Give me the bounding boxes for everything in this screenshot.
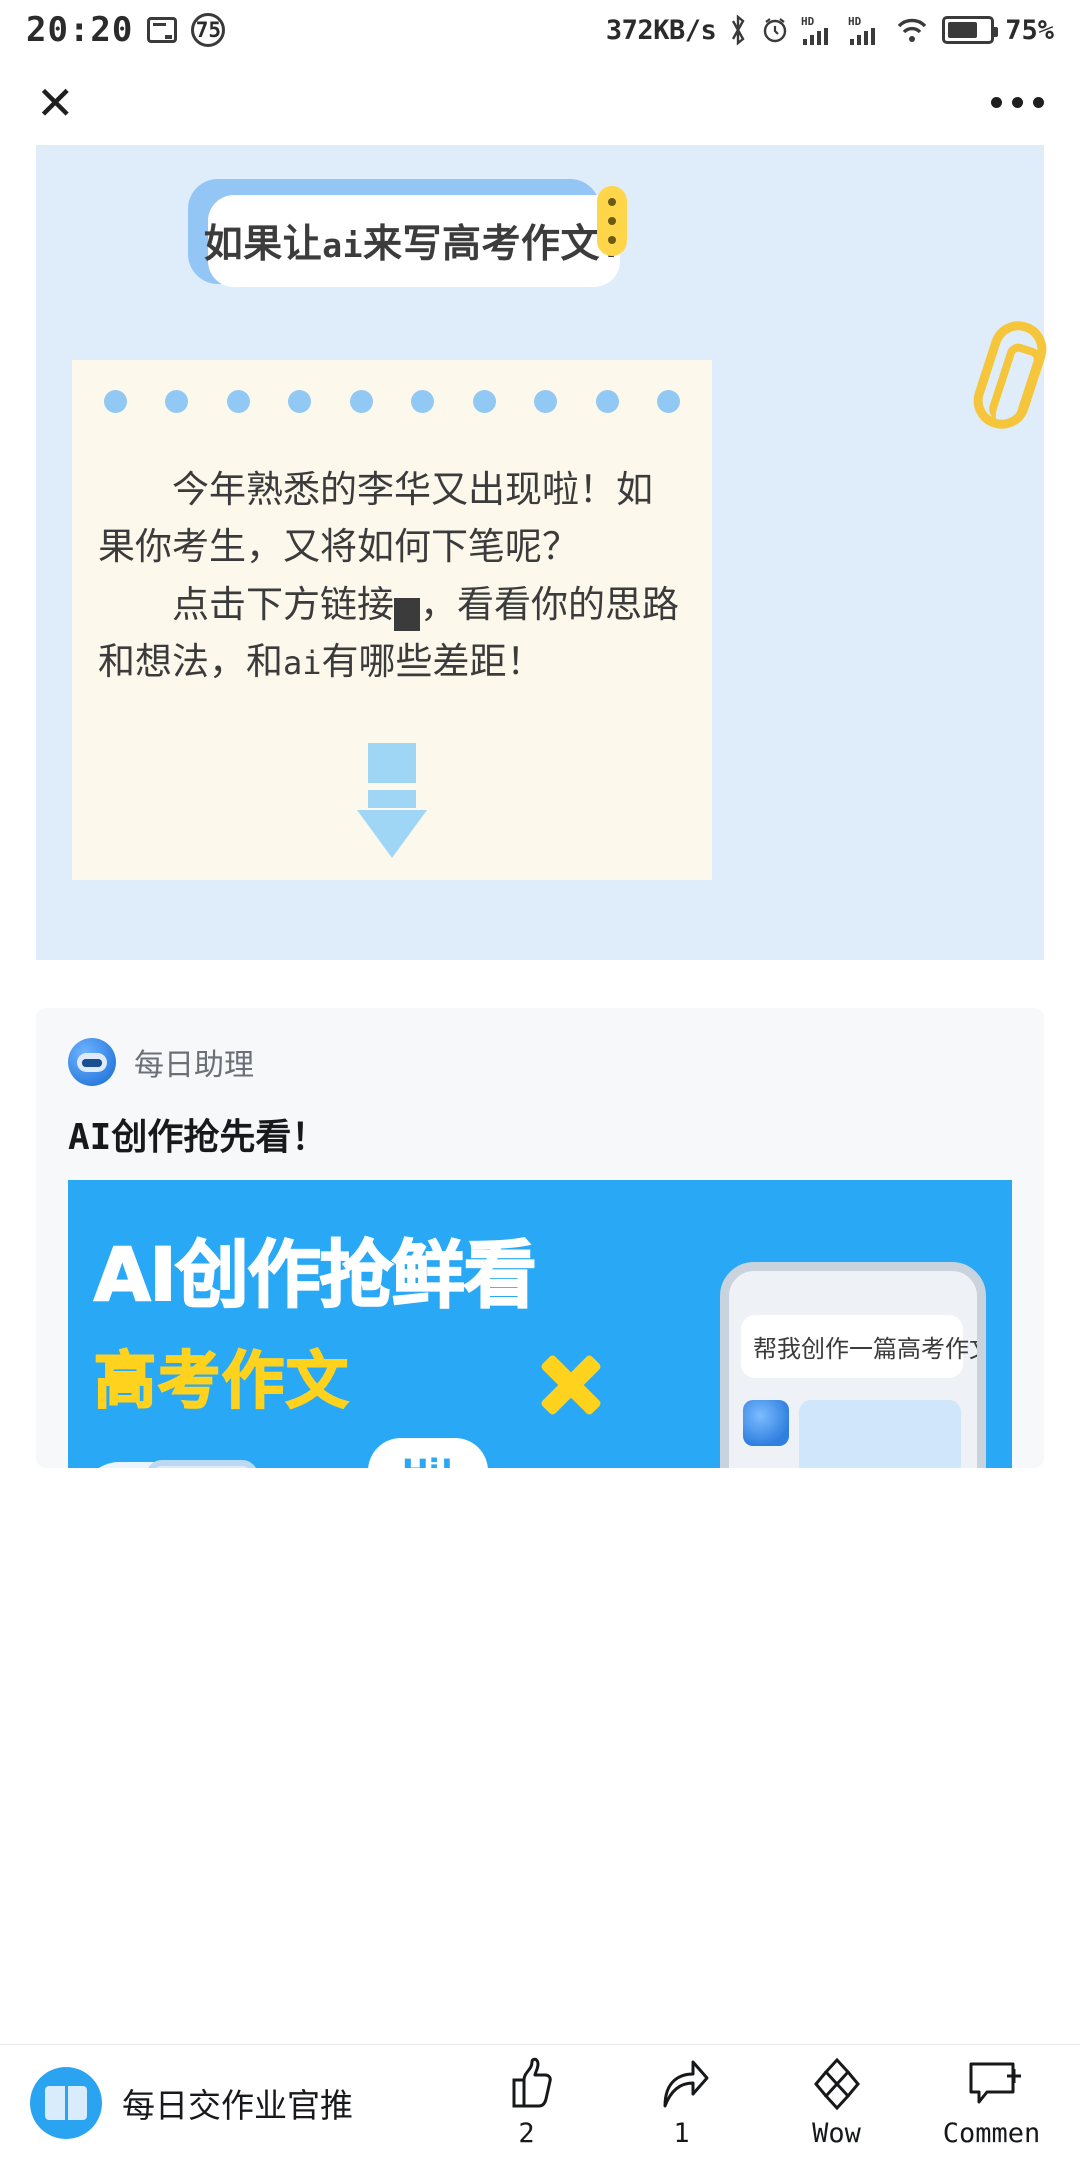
share-count: 1 — [673, 2118, 690, 2149]
article-card[interactable]: 每日助理 AI创作抢先看！ AI创作抢鲜看 高考作文 Hi! 帮我创作一篇高考作… — [36, 1008, 1044, 1468]
account-name: 每日交作业官推 — [122, 2086, 353, 2124]
wow-label: Wow — [812, 2118, 861, 2149]
poster-title: 如果让ai来写高考作文? — [204, 213, 625, 269]
robot-decoration-icon — [146, 1460, 258, 1468]
paperclip-icon — [966, 314, 1054, 436]
status-time: 20:20 — [26, 10, 134, 50]
like-count: 2 — [518, 2118, 535, 2149]
phone-bot-avatar-icon — [743, 1400, 789, 1446]
battery-icon — [942, 16, 999, 44]
phone-chat-bubble: 帮我创作一篇高考作文 — [741, 1315, 977, 1378]
svg-text:HD: HD — [801, 15, 815, 28]
banner-headline: AI创作抢鲜看 — [93, 1232, 538, 1319]
hi-speech-bubble: Hi! — [368, 1438, 488, 1468]
yellow-clip-icon — [597, 186, 627, 256]
note-dot — [165, 390, 189, 413]
note-dot-row — [72, 360, 712, 413]
poster-title-pre: 如果让 — [203, 223, 323, 266]
bottom-action-bar: 每日交作业官推 2 1 Wow Commen — [0, 2044, 1080, 2160]
down-arrow-icon — [357, 743, 427, 858]
comment-label: Commen — [942, 2118, 1041, 2149]
missing-glyph-icon: ? — [394, 597, 481, 631]
alarm-icon — [764, 18, 787, 43]
network-speed: 372KB/s — [605, 14, 717, 46]
article-title-rest: 创作抢先看！ — [111, 1116, 328, 1157]
screen-record-icon — [147, 17, 178, 43]
account-block[interactable]: 每日交作业官推 — [30, 2066, 353, 2139]
note-p2-a: 点击下方链接 — [172, 583, 394, 625]
note-dot — [595, 390, 619, 413]
poster-title-post: 来写高考作文? — [362, 223, 625, 266]
nav-bar: ✕ — [0, 60, 1080, 145]
note-dot — [288, 390, 312, 413]
note-text: 今年熟悉的李华又出现啦！如果你考生，又将如何下笔呢？ 点击下方链接 ?，看看你的思… — [72, 413, 712, 690]
note-dot — [411, 390, 435, 413]
note-dot — [226, 390, 250, 413]
article-title: AI创作抢先看！ — [36, 1086, 1044, 1180]
note-dot — [349, 390, 373, 413]
robot-avatar-icon — [68, 1038, 116, 1086]
x-decoration-icon — [539, 1353, 603, 1417]
article-title-ai: AI — [68, 1117, 112, 1158]
comment-button[interactable]: Commen — [939, 2056, 1044, 2149]
note-paragraph-2: 点击下方链接 ?，看看你的思路和想法，和ai有哪些差距！ — [98, 576, 686, 691]
phone-reply-row — [743, 1400, 977, 1468]
note-sheet: 今年熟悉的李华又出现啦！如果你考生，又将如何下笔呢？ 点击下方链接 ?，看看你的思… — [72, 360, 712, 880]
status-bar-left: 20:20 75 — [26, 10, 226, 50]
wow-button[interactable]: Wow — [784, 2056, 889, 2149]
wow-icon — [813, 2057, 860, 2111]
phone-reply-placeholder — [799, 1400, 961, 1468]
wifi-icon — [897, 18, 927, 42]
note-dot — [104, 390, 127, 413]
bluetooth-icon — [732, 14, 745, 46]
signal-1-icon: HD — [801, 15, 829, 45]
book-avatar-icon — [30, 2066, 102, 2139]
comment-icon — [969, 2062, 1021, 2104]
note-dot — [472, 390, 496, 413]
note-p2-ai: ai — [283, 644, 322, 683]
status-bar-right: 372KB/s HD HD 75% — [606, 14, 1054, 46]
like-button[interactable]: 2 — [474, 2056, 579, 2149]
close-icon[interactable]: ✕ — [36, 80, 75, 126]
svg-text:HD: HD — [848, 15, 862, 28]
share-icon — [663, 2060, 708, 2108]
thumbs-up-icon — [512, 2057, 552, 2108]
status-bar: 20:20 75 372KB/s HD HD 75% — [0, 0, 1080, 60]
share-button[interactable]: 1 — [629, 2056, 734, 2149]
title-bubble: 如果让ai来写高考作文? — [204, 186, 627, 287]
phone-mockup: 帮我创作一篇高考作文 — [720, 1262, 986, 1468]
note-paragraph-1: 今年熟悉的李华又出现啦！如果你考生，又将如何下笔呢？ — [98, 469, 653, 568]
note-dot — [656, 390, 680, 413]
note-p2-c: 有哪些差距！ — [321, 641, 544, 683]
poster-hero: 如果让ai来写高考作文? 今年熟悉的李华又出现啦！如果你考生，又将如何下笔呢？ … — [36, 145, 1054, 960]
poster-title-ai: ai — [322, 226, 363, 265]
more-options-icon[interactable] — [991, 97, 1044, 108]
signal-2-icon: HD — [848, 15, 876, 45]
note-dot — [534, 390, 558, 413]
action-buttons: 2 1 Wow Commen — [474, 2056, 1050, 2149]
article-banner[interactable]: AI创作抢鲜看 高考作文 Hi! 帮我创作一篇高考作文 — [68, 1180, 1012, 1468]
status-badge: 75 — [191, 13, 226, 47]
article-card-header: 每日助理 — [36, 1008, 1044, 1086]
banner-subhead: 高考作文 — [93, 1346, 351, 1417]
battery-percent: 75% — [1005, 14, 1054, 46]
article-source-name: 每日助理 — [134, 1049, 254, 1082]
